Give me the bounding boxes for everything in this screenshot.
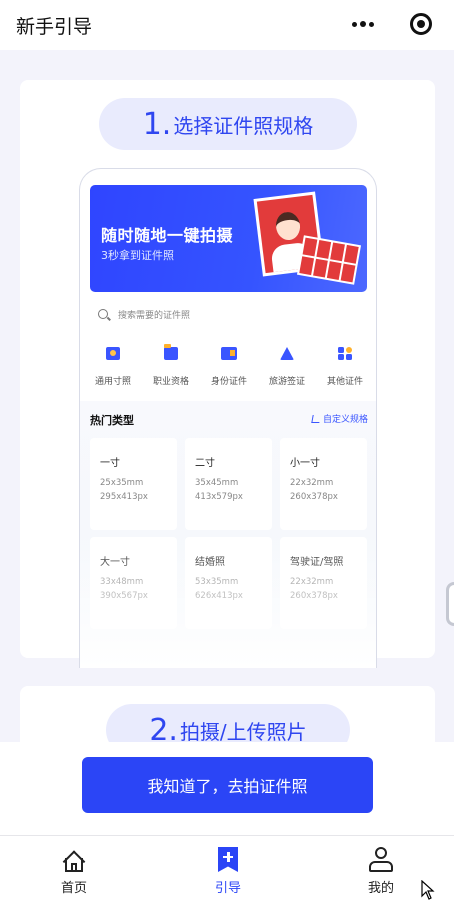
spec-card: 一寸 25x35mm 295x413px (90, 438, 177, 530)
spec-px: 260x378px (290, 492, 338, 502)
preview-search-placeholder: 搜索需要的证件照 (118, 311, 191, 321)
spec-card: 大一寸 33x48mm 390x567px (90, 537, 177, 629)
spec-name: 小一寸 (290, 458, 320, 469)
grid-icon (338, 347, 352, 360)
category-row: 通用寸照 职业资格 身份证件 旅游签证 其他证件 (80, 341, 376, 391)
promo-banner: 随时随地一键拍摄 3秒拿到证件照 (90, 185, 367, 292)
spec-px: 626x413px (195, 591, 243, 601)
spec-mm: 33x48mm (100, 577, 144, 587)
category-career: 职业资格 (143, 341, 199, 391)
hot-types-title: 热门类型 (90, 414, 134, 427)
category-label: 职业资格 (152, 377, 189, 387)
capsule-close-icon[interactable] (410, 13, 432, 35)
category-label: 身份证件 (210, 377, 247, 387)
tab-mine[interactable]: 我的 (331, 836, 431, 901)
page-title: 新手引导 (16, 16, 93, 38)
tab-label: 引导 (214, 881, 241, 896)
search-icon (98, 309, 108, 319)
more-dots-icon[interactable] (350, 14, 376, 34)
category-general: 通用寸照 (85, 341, 141, 391)
side-drawer-handle[interactable] (446, 582, 454, 626)
spec-name: 驾驶证/驾照 (290, 557, 344, 568)
category-identity: 身份证件 (201, 341, 257, 391)
edit-icon (311, 414, 321, 423)
tab-label: 我的 (367, 881, 394, 896)
tab-bar: 首页 引导 我的 (0, 835, 454, 901)
spec-card: 驾驶证/驾照 22x32mm 260x378px (280, 537, 367, 629)
portrait-icon (106, 347, 120, 360)
user-icon (369, 847, 393, 873)
step1-title: 选择证件照规格 (173, 113, 314, 138)
spec-name: 结婚照 (195, 557, 225, 568)
spec-px: 413x579px (195, 492, 243, 502)
spec-card: 结婚照 53x35mm 626x413px (185, 537, 272, 629)
banner-subtitle: 3秒拿到证件照 (101, 249, 174, 262)
id-card-icon (221, 347, 237, 360)
spec-card: 二寸 35x45mm 413x579px (185, 438, 272, 530)
step1-title-pill: 1. 选择证件照规格 (99, 98, 357, 150)
spec-name: 一寸 (100, 458, 120, 469)
nav-bar: 新手引导 (0, 0, 454, 50)
home-icon (61, 848, 87, 873)
spec-name: 大一寸 (100, 557, 130, 568)
spec-mm: 25x35mm (100, 478, 144, 488)
preview-search-bar: 搜索需要的证件照 (90, 300, 367, 330)
step2-title: 拍摄/上传照片 (179, 719, 307, 744)
step1-card: 1. 选择证件照规格 随时随地一键拍摄 3秒拿到证件照 搜索需要的证件照 通用寸… (20, 80, 435, 668)
custom-spec-link: 自定义规格 (311, 412, 368, 425)
hot-types-section: 热门类型 自定义规格 一寸 25x35mm 295x413px 二寸 35x45… (80, 401, 376, 668)
photo-sheet-illustration (296, 235, 362, 285)
tab-guide[interactable]: 引导 (178, 836, 278, 901)
spec-mm: 53x35mm (195, 577, 239, 587)
banner-title: 随时随地一键拍摄 (101, 226, 234, 245)
tab-label: 首页 (60, 881, 87, 896)
category-label: 旅游签证 (268, 377, 305, 387)
spec-card: 小一寸 22x32mm 260x378px (280, 438, 367, 530)
cta-area: 我知道了，去拍证件照 (0, 742, 454, 835)
folder-icon (164, 344, 178, 360)
spec-px: 295x413px (100, 492, 148, 502)
go-take-photo-button[interactable]: 我知道了，去拍证件照 (82, 757, 373, 813)
spec-mm: 22x32mm (290, 478, 334, 488)
spec-mm: 22x32mm (290, 577, 334, 587)
category-other: 其他证件 (317, 341, 373, 391)
custom-spec-label: 自定义规格 (322, 415, 368, 425)
spec-name: 二寸 (195, 458, 215, 469)
spec-px: 260x378px (290, 591, 338, 601)
spec-mm: 35x45mm (195, 478, 239, 488)
phone-preview: 随时随地一键拍摄 3秒拿到证件照 搜索需要的证件照 通用寸照 职业资格 身份证件… (79, 168, 377, 668)
category-label: 通用寸照 (94, 377, 131, 387)
spec-px: 390x567px (100, 591, 148, 601)
step1-number: 1. (142, 106, 172, 142)
tab-home[interactable]: 首页 (24, 836, 124, 901)
triangle-ruler-icon (280, 347, 294, 360)
category-travel: 旅游签证 (259, 341, 315, 391)
category-label: 其他证件 (326, 377, 363, 387)
guide-bookmark-icon (218, 847, 238, 872)
